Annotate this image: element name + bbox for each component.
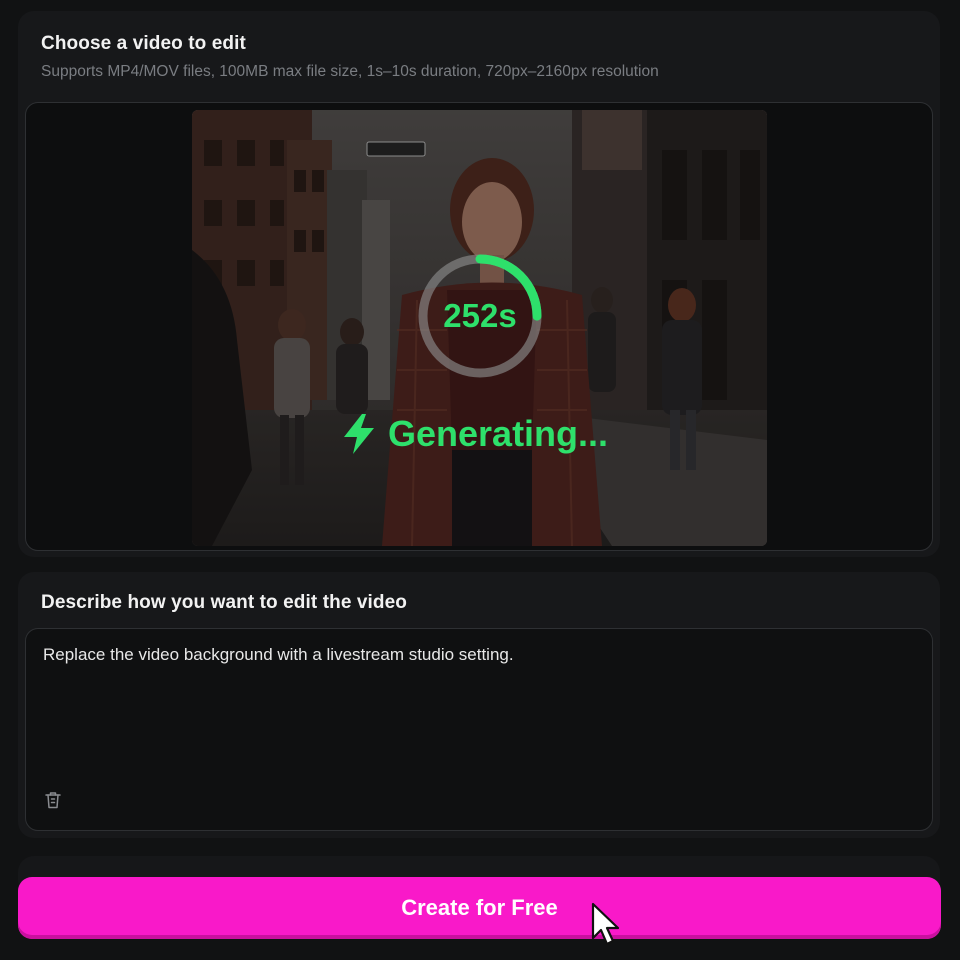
edit-prompt-card: Describe how you want to edit the video …: [18, 572, 940, 838]
generation-timer: 252s: [443, 297, 517, 334]
trash-icon[interactable]: [43, 790, 63, 810]
upload-requirements-text: Supports MP4/MOV files, 100MB max file s…: [41, 63, 659, 80]
page: Choose a video to edit Supports MP4/MOV …: [0, 0, 960, 960]
prompt-value: Replace the video background with a live…: [43, 645, 514, 664]
prompt-card-title: Describe how you want to edit the video: [41, 592, 408, 613]
mouse-pointer-icon: [591, 902, 620, 946]
generating-label: Generating...: [388, 413, 609, 454]
video-upload-card: Choose a video to edit Supports MP4/MOV …: [18, 11, 940, 557]
create-for-free-button[interactable]: Create for Free: [18, 877, 941, 939]
prompt-textarea[interactable]: Replace the video background with a live…: [25, 628, 933, 831]
video-dropzone[interactable]: 252s Generating...: [25, 102, 933, 551]
upload-card-title: Choose a video to edit: [41, 33, 246, 54]
generating-status: Generating...: [342, 410, 632, 458]
generation-progress-ring: 252s: [414, 250, 546, 382]
lightning-bolt-icon: [344, 414, 374, 454]
video-preview: 252s Generating...: [192, 110, 767, 546]
